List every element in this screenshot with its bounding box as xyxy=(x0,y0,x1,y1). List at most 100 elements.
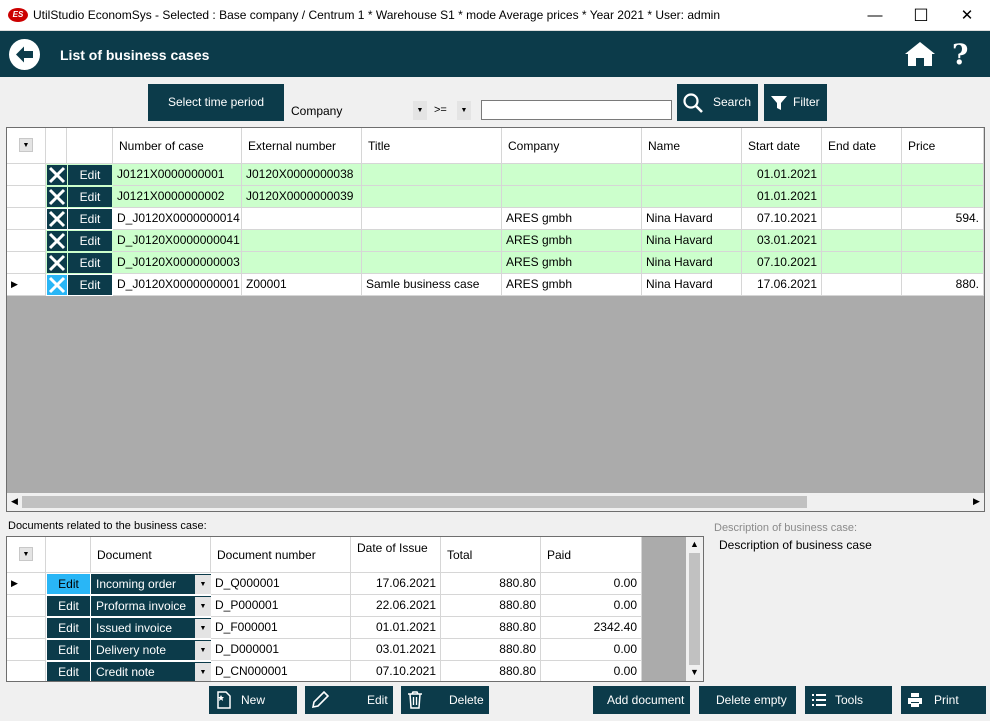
search-input[interactable] xyxy=(481,100,672,120)
row-header[interactable]: ▶ xyxy=(7,274,46,296)
minimize-button[interactable]: — xyxy=(852,0,898,31)
scroll-up-icon[interactable]: ▲ xyxy=(690,539,699,549)
delete-row-button[interactable] xyxy=(47,275,67,295)
table-row[interactable]: ▶ Edit Incoming order ▼ D_Q000001 17.06.2021 8… xyxy=(7,573,642,595)
delete-row-button[interactable] xyxy=(47,209,67,229)
row-header[interactable] xyxy=(7,639,46,661)
column-header[interactable]: Name xyxy=(642,128,742,164)
row-header[interactable] xyxy=(7,595,46,617)
new-button[interactable]: New xyxy=(209,686,297,714)
horizontal-scrollbar[interactable]: ◀ ▶ xyxy=(7,493,984,511)
table-row[interactable]: Edit J0121X0000000001 J0120X0000000038 01.0… xyxy=(7,164,984,186)
column-header[interactable]: End date xyxy=(822,128,902,164)
select-all-header[interactable]: ▼ xyxy=(7,537,46,573)
scroll-left-icon[interactable]: ◀ xyxy=(11,496,18,507)
document-type-select[interactable]: Proforma invoice ▼ xyxy=(91,596,211,616)
edit-document-button[interactable]: Edit xyxy=(47,662,90,681)
scrollbar-thumb[interactable] xyxy=(22,496,807,508)
edit-document-button[interactable]: Edit xyxy=(47,596,90,616)
select-all-header[interactable]: ▼ xyxy=(7,128,46,164)
delete-row-button[interactable] xyxy=(47,165,67,185)
back-button[interactable] xyxy=(9,39,40,70)
edit-row-button[interactable]: Edit xyxy=(68,165,112,185)
business-cases-grid[interactable]: ▼ Number of case External number Title C… xyxy=(6,127,985,512)
row-header[interactable]: ▶ xyxy=(7,573,46,595)
filter-button[interactable]: Filter xyxy=(764,84,827,121)
column-header[interactable]: Title xyxy=(362,128,502,164)
row-header[interactable] xyxy=(7,208,46,230)
documents-grid[interactable]: ▼ Document Document number Date of Issue… xyxy=(6,536,704,682)
column-header[interactable]: External number xyxy=(242,128,362,164)
document-type-select[interactable]: Credit note ▼ xyxy=(91,662,211,681)
edit-document-button[interactable]: Edit xyxy=(47,640,90,660)
column-header[interactable]: Total xyxy=(441,537,541,573)
scroll-right-icon[interactable]: ▶ xyxy=(973,496,980,507)
edit-row-button[interactable]: Edit xyxy=(68,275,112,295)
chevron-down-icon[interactable]: ▼ xyxy=(195,575,211,594)
delete-row-button[interactable] xyxy=(47,231,67,251)
chevron-down-icon[interactable]: ▼ xyxy=(195,619,211,638)
table-cell-number: D_CN000001 xyxy=(211,661,351,681)
chevron-down-icon[interactable]: ▼ xyxy=(195,597,211,616)
row-header[interactable] xyxy=(7,186,46,208)
table-row[interactable]: Edit D_J0120X0000000003 ARES gmbh Nina Hava… xyxy=(7,252,984,274)
table-row[interactable]: Edit D_J0120X0000000014 ARES gmbh Nina Hava… xyxy=(7,208,984,230)
table-row[interactable]: ▶ Edit D_J0120X0000000001 Z00001 Samle busin… xyxy=(7,274,984,296)
table-row[interactable]: Edit J0121X0000000002 J0120X0000000039 01.0… xyxy=(7,186,984,208)
maximize-button[interactable]: ☐ xyxy=(898,0,944,31)
row-header[interactable] xyxy=(7,230,46,252)
edit-row-button[interactable]: Edit xyxy=(68,253,112,273)
close-button[interactable]: ✕ xyxy=(944,0,990,31)
description-text[interactable]: Description of business case xyxy=(719,538,872,552)
filter-field-select[interactable]: Company xyxy=(291,104,342,118)
row-header[interactable] xyxy=(7,661,46,681)
filter-field-dropdown-icon[interactable]: ▼ xyxy=(413,101,427,120)
edit-document-button[interactable]: Edit xyxy=(47,618,90,638)
help-button[interactable]: ? xyxy=(952,38,968,71)
document-type-select[interactable]: Incoming order ▼ xyxy=(91,574,211,594)
delete-button[interactable]: Delete xyxy=(401,686,489,714)
chevron-down-icon[interactable]: ▼ xyxy=(195,641,211,660)
add-document-button[interactable]: Add document xyxy=(593,686,690,714)
row-header[interactable] xyxy=(7,252,46,274)
search-button[interactable]: Search xyxy=(677,84,758,121)
filter-operator-select[interactable]: >= xyxy=(434,104,447,116)
edit-document-button[interactable]: Edit xyxy=(47,574,90,594)
column-header[interactable]: Company xyxy=(502,128,642,164)
scroll-down-icon[interactable]: ▼ xyxy=(690,667,699,677)
chevron-down-icon[interactable]: ▼ xyxy=(195,663,211,681)
delete-row-button[interactable] xyxy=(47,187,67,207)
column-header[interactable]: Document number xyxy=(211,537,351,573)
column-header[interactable]: Number of case xyxy=(113,128,242,164)
document-type-select[interactable]: Delivery note ▼ xyxy=(91,640,211,660)
scrollbar-thumb[interactable] xyxy=(689,553,700,665)
column-header[interactable]: Price xyxy=(902,128,984,164)
home-button[interactable] xyxy=(903,40,937,68)
delete-empty-button[interactable]: Delete empty xyxy=(699,686,796,714)
column-header[interactable]: Date of Issue xyxy=(351,537,441,573)
select-time-period-button[interactable]: Select time period xyxy=(148,84,284,121)
edit-row-button[interactable]: Edit xyxy=(68,187,112,207)
vertical-scrollbar[interactable]: ▲ ▼ xyxy=(686,537,703,681)
edit-row-button[interactable]: Edit xyxy=(68,231,112,251)
table-row[interactable]: Edit D_J0120X0000000041 ARES gmbh Nina Hava… xyxy=(7,230,984,252)
row-header[interactable] xyxy=(7,164,46,186)
table-row[interactable]: Edit Delivery note ▼ D_D000001 03.01.2021 880… xyxy=(7,639,642,661)
row-header[interactable] xyxy=(7,617,46,639)
operator-dropdown-icon[interactable]: ▼ xyxy=(457,101,471,120)
document-type-select[interactable]: Issued invoice ▼ xyxy=(91,618,211,638)
table-row[interactable]: Edit Proforma invoice ▼ D_P000001 22.06.2021… xyxy=(7,595,642,617)
print-button[interactable]: Print xyxy=(901,686,986,714)
delete-row-button[interactable] xyxy=(47,253,67,273)
trash-icon xyxy=(408,691,422,709)
table-cell-company: ARES gmbh xyxy=(502,252,642,274)
column-header[interactable]: Paid xyxy=(541,537,642,573)
table-row[interactable]: Edit Issued invoice ▼ D_F000001 01.01.2021 88… xyxy=(7,617,642,639)
edit-case-button[interactable]: Edit xyxy=(305,686,393,714)
edit-row-button[interactable]: Edit xyxy=(68,209,112,229)
table-cell-start: 07.10.2021 xyxy=(742,252,822,274)
column-header[interactable]: Document xyxy=(91,537,211,573)
tools-button[interactable]: Tools xyxy=(805,686,892,714)
table-row[interactable]: Edit Credit note ▼ D_CN000001 07.10.2021 880.… xyxy=(7,661,642,681)
column-header[interactable]: Start date xyxy=(742,128,822,164)
